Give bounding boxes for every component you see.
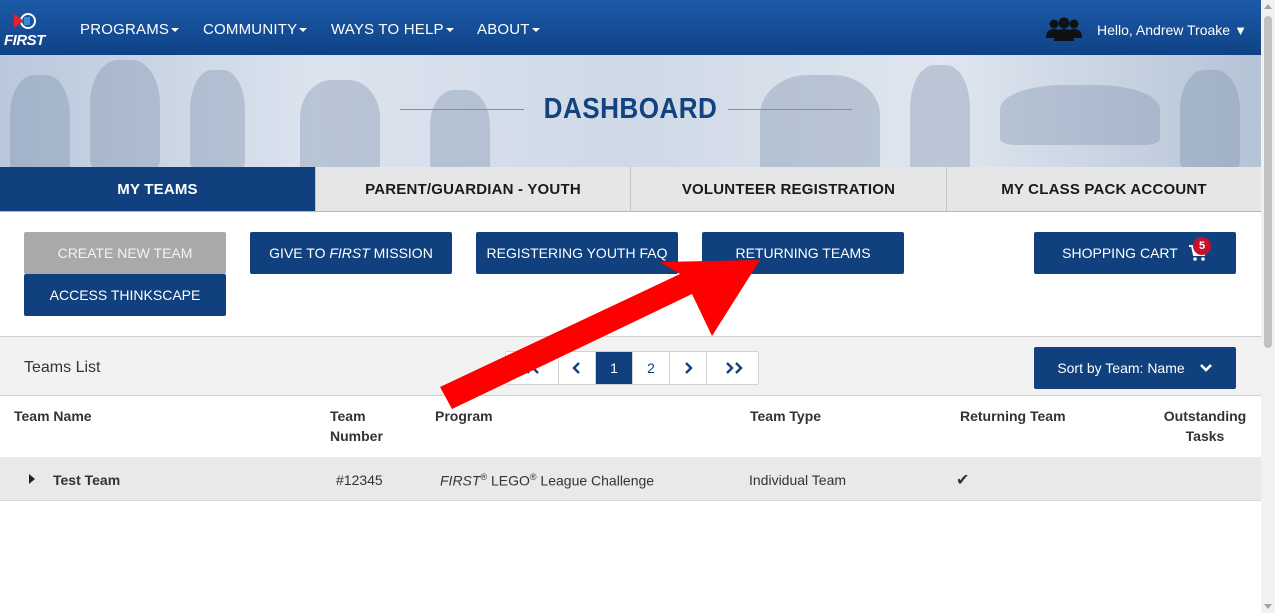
cell-team-type: Individual Team	[749, 472, 847, 488]
tab-my-class-pack-account-label: MY CLASS PACK ACCOUNT	[1001, 180, 1207, 198]
col-header-outstanding-line2: Tasks	[1185, 428, 1225, 444]
program-lego-reg-mark: ®	[529, 472, 537, 482]
pager-next-button[interactable]	[669, 352, 706, 384]
scrollbar-thumb[interactable]	[1264, 16, 1272, 348]
table-row[interactable]: Test Team #12345 FIRST® LEGO® League Cha…	[0, 457, 1261, 501]
logo-wordmark: FIRST	[4, 32, 45, 49]
returning-teams-label: RETURNING TEAMS	[735, 245, 871, 261]
create-new-team-label: CREATE NEW TEAM	[57, 245, 193, 261]
give-to-first-mission-button[interactable]: GIVE TO FIRST MISSION	[250, 232, 452, 274]
col-header-program[interactable]: Program	[435, 406, 493, 426]
returning-teams-button[interactable]: RETURNING TEAMS	[702, 232, 904, 274]
teams-list-header: Teams List 1 2 Sort by Team: Name	[0, 336, 1261, 396]
pager-first-button[interactable]	[506, 352, 558, 384]
checkmark-icon: ✔	[956, 472, 970, 489]
col-header-outstanding-tasks[interactable]: Outstanding Tasks	[1160, 406, 1250, 446]
registering-youth-faq-label: REGISTERING YOUTH FAQ	[486, 245, 668, 261]
col-header-team-number-line1: Team	[330, 408, 366, 424]
shopping-cart-label: SHOPPING CART	[1062, 245, 1178, 261]
caret-down-icon	[171, 28, 180, 33]
scroll-up-icon[interactable]	[1264, 4, 1272, 9]
cell-team-number: #12345	[336, 472, 383, 488]
page-title: DASHBOARD	[543, 93, 718, 125]
pager-prev-button[interactable]	[558, 352, 595, 384]
tab-my-teams-label: MY TEAMS	[117, 180, 198, 198]
nav-programs-label: PROGRAMS	[80, 21, 170, 38]
access-thinkscape-label: ACCESS THINKSCAPE	[49, 287, 201, 303]
caret-down-icon	[531, 28, 540, 33]
nav-community[interactable]: COMMUNITY	[203, 21, 308, 38]
program-brand: FIRST	[440, 472, 481, 489]
tab-volunteer-registration-label: VOLUNTEER REGISTRATION	[681, 180, 896, 198]
program-rest: League Challenge	[536, 472, 655, 489]
pager-page-1[interactable]: 1	[595, 352, 632, 384]
double-chevron-right-icon	[725, 362, 743, 374]
program-lego: LEGO	[487, 472, 530, 489]
user-menu[interactable]: Hello, Andrew Troake ▼	[1097, 22, 1247, 38]
cell-team-name[interactable]: Test Team	[53, 472, 120, 488]
tab-volunteer-registration[interactable]: VOLUNTEER REGISTRATION	[631, 167, 947, 211]
give-label-brand: FIRST	[329, 245, 370, 261]
page: FIRST PROGRAMS COMMUNITY WAYS TO HELP AB…	[0, 0, 1275, 613]
hero-photo-figure	[10, 75, 70, 167]
chevron-left-icon	[572, 362, 580, 374]
first-logo[interactable]: FIRST	[4, 10, 54, 50]
caret-down-icon	[299, 28, 308, 33]
chevron-down-icon	[1199, 364, 1212, 372]
expand-caret-right-icon[interactable]	[28, 473, 36, 485]
nav-about[interactable]: ABOUT	[477, 21, 540, 38]
give-label-suffix: MISSION	[369, 245, 433, 261]
dropdown-triangle-icon: ▼	[1234, 23, 1247, 38]
nav-about-label: ABOUT	[477, 21, 530, 38]
tab-parent-guardian-youth[interactable]: PARENT/GUARDIAN - YOUTH	[316, 167, 631, 211]
pager-last-button[interactable]	[706, 352, 758, 384]
hero-banner: DASHBOARD	[0, 55, 1261, 167]
pagination: 1 2	[505, 351, 759, 385]
pager-page-2[interactable]: 2	[632, 352, 669, 384]
cart-count-badge: 5	[1193, 237, 1211, 255]
page-scrollbar[interactable]	[1261, 0, 1275, 613]
dashboard-tabs: MY TEAMS PARENT/GUARDIAN - YOUTH VOLUNTE…	[0, 167, 1261, 212]
users-group-icon[interactable]	[1046, 16, 1082, 42]
first-emblem-icon	[14, 13, 36, 29]
sort-label: Sort by Team: Name	[1057, 360, 1185, 376]
tab-my-class-pack-account[interactable]: MY CLASS PACK ACCOUNT	[947, 167, 1261, 211]
registering-youth-faq-button[interactable]: REGISTERING YOUTH FAQ	[476, 232, 678, 274]
col-header-team-type[interactable]: Team Type	[750, 406, 821, 426]
tab-parent-guardian-youth-label: PARENT/GUARDIAN - YOUTH	[365, 180, 581, 198]
sort-dropdown[interactable]: Sort by Team: Name	[1034, 347, 1236, 389]
teams-list-title: Teams List	[24, 359, 101, 376]
nav-ways-to-help-label: WAYS TO HELP	[331, 21, 444, 38]
nav-ways-to-help[interactable]: WAYS TO HELP	[331, 21, 454, 38]
shopping-cart-button[interactable]: SHOPPING CART 5	[1034, 232, 1236, 274]
double-chevron-left-icon	[522, 362, 539, 374]
top-navbar: FIRST PROGRAMS COMMUNITY WAYS TO HELP AB…	[0, 0, 1261, 55]
col-header-returning-team[interactable]: Returning Team	[960, 406, 1066, 426]
cell-program: FIRST® LEGO® League Challenge	[440, 472, 654, 489]
col-header-team-number-line2: Number	[330, 428, 383, 444]
caret-down-icon	[445, 28, 454, 33]
user-greeting: Hello, Andrew Troake	[1097, 22, 1231, 38]
create-new-team-button[interactable]: CREATE NEW TEAM	[24, 232, 226, 274]
tab-my-teams[interactable]: MY TEAMS	[0, 167, 316, 211]
scroll-down-icon[interactable]	[1264, 604, 1272, 609]
col-header-team-number[interactable]: Team Number	[330, 406, 383, 446]
col-header-team-name[interactable]: Team Name	[14, 406, 92, 426]
give-label-prefix: GIVE TO	[269, 245, 330, 261]
chevron-right-icon	[685, 362, 693, 374]
nav-community-label: COMMUNITY	[203, 21, 298, 38]
nav-programs[interactable]: PROGRAMS	[80, 21, 180, 38]
col-header-outstanding-line1: Outstanding	[1163, 408, 1247, 424]
access-thinkscape-button[interactable]: ACCESS THINKSCAPE	[24, 274, 226, 316]
